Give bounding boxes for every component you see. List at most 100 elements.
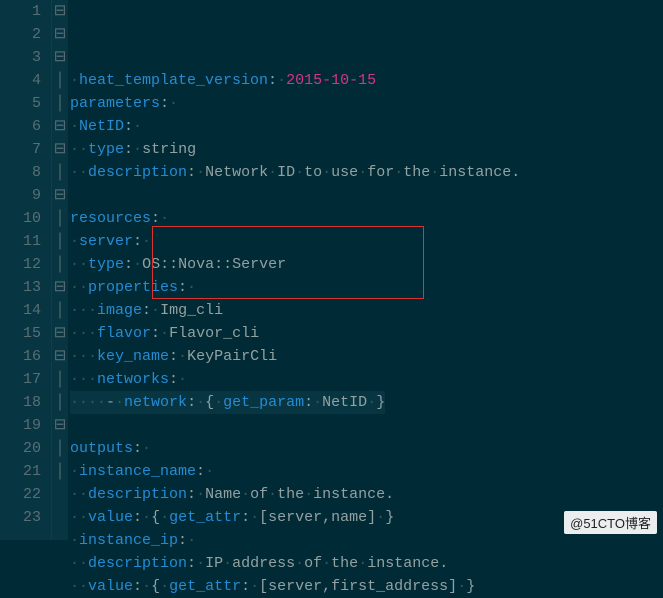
line-number: 12 [0,253,41,276]
whitespace-marker: ·· [70,555,88,572]
whitespace-marker: · [313,394,322,411]
whitespace-marker: ··· [70,302,97,319]
whitespace-marker: · [70,118,79,135]
yaml-value: for [367,164,394,181]
code-line[interactable]: ····-·network:·{·get_param:·NetID·} [70,391,663,414]
fold-marker[interactable]: ⊟ [52,0,68,23]
fold-marker: │ [52,299,68,322]
whitespace-marker: · [205,463,214,480]
code-editor[interactable]: 1234567891011121314151617181920212223 ⊟⊟… [0,0,663,540]
whitespace-marker: · [358,555,367,572]
line-number: 20 [0,437,41,460]
line-number: 10 [0,207,41,230]
code-line[interactable]: ·heat_template_version:·2015-10-15 [70,69,663,92]
fold-marker[interactable]: ⊟ [52,115,68,138]
whitespace-marker: ··· [70,348,97,365]
yaml-value: KeyPairCli [187,348,277,365]
fold-marker: │ [52,92,68,115]
line-number: 16 [0,345,41,368]
whitespace-marker: · [277,72,286,89]
code-line[interactable]: ··type:·string [70,138,663,161]
yaml-value: : [187,486,196,503]
code-area[interactable]: ·heat_template_version:·2015-10-15parame… [68,0,663,540]
line-number: 21 [0,460,41,483]
code-line[interactable]: ·instance_name:· [70,460,663,483]
yaml-value: : [124,256,133,273]
fold-marker[interactable]: ⊟ [52,322,68,345]
yaml-value: IP [205,555,223,572]
code-line[interactable]: ··type:·OS::Nova::Server [70,253,663,276]
whitespace-marker: · [133,141,142,158]
code-line[interactable]: outputs:· [70,437,663,460]
line-number: 6 [0,115,41,138]
fold-marker[interactable]: ⊟ [52,276,68,299]
yaml-value: : [187,394,196,411]
code-line[interactable]: ···key_name:·KeyPairCli [70,345,663,368]
line-number: 11 [0,230,41,253]
whitespace-marker: · [196,164,205,181]
code-line[interactable]: ··description:·IP·address·of·the·instanc… [70,552,663,575]
line-number: 15 [0,322,41,345]
code-line[interactable]: ···flavor:·Flavor_cli [70,322,663,345]
whitespace-marker: · [160,210,169,227]
fold-marker[interactable]: ⊟ [52,345,68,368]
yaml-key: parameters [70,95,160,112]
fold-marker[interactable]: ⊟ [52,414,68,437]
whitespace-marker: · [70,233,79,250]
code-line[interactable]: ·server:· [70,230,663,253]
yaml-key: value [88,509,133,526]
yaml-key: key_name [97,348,169,365]
yaml-value: : [196,463,205,480]
yaml-value: the [277,486,304,503]
line-number: 22 [0,483,41,506]
fold-marker[interactable]: ⊟ [52,46,68,69]
yaml-value: : [178,279,187,296]
fold-marker: │ [52,460,68,483]
line-number-gutter: 1234567891011121314151617181920212223 [0,0,52,540]
whitespace-marker: · [142,578,151,595]
yaml-value: the [403,164,430,181]
fold-marker[interactable]: ⊟ [52,23,68,46]
yaml-value: of [250,486,268,503]
yaml-number: 2015-10-15 [286,72,376,89]
code-line[interactable] [70,414,663,437]
code-line[interactable]: ··description:·Network·ID·to·use·for·the… [70,161,663,184]
yaml-value: instance. [313,486,394,503]
whitespace-marker: · [142,509,151,526]
code-line[interactable]: ··properties:· [70,276,663,299]
yaml-value: instance. [439,164,520,181]
yaml-key: flavor [97,325,151,342]
yaml-key: resources [70,210,151,227]
fold-column[interactable]: ⊟⊟⊟││ ⊟⊟│⊟│││⊟│ ⊟⊟││⊟││ [52,0,68,540]
fold-marker: │ [52,391,68,414]
whitespace-marker: · [322,555,331,572]
line-number: 4 [0,69,41,92]
code-line[interactable] [70,184,663,207]
yaml-value: Flavor_cli [169,325,259,342]
yaml-key: network [124,394,187,411]
yaml-value: : [169,348,178,365]
code-line[interactable]: ··description:·Name·of·the·instance. [70,483,663,506]
code-line[interactable]: ··value:·{·get_attr:·[server,first_addre… [70,575,663,598]
fold-marker[interactable]: ⊟ [52,184,68,207]
whitespace-marker: ·· [70,509,88,526]
whitespace-marker: · [160,325,169,342]
yaml-value: : [133,440,142,457]
code-line[interactable]: parameters:· [70,92,663,115]
yaml-key: properties [88,279,178,296]
whitespace-marker: · [358,164,367,181]
code-line[interactable]: ·NetID:· [70,115,663,138]
fold-marker[interactable]: ⊟ [52,138,68,161]
yaml-key: server [79,233,133,250]
yaml-value: string [142,141,196,158]
watermark: @51CTO博客 [564,511,657,534]
whitespace-marker: ·· [70,486,88,503]
code-line[interactable]: ···image:·Img_cli [70,299,663,322]
code-line[interactable]: ···networks:· [70,368,663,391]
whitespace-marker: · [196,555,205,572]
whitespace-marker: · [70,72,79,89]
whitespace-marker: · [367,394,376,411]
yaml-value: } [376,394,385,411]
whitespace-marker: · [250,578,259,595]
code-line[interactable]: resources:· [70,207,663,230]
